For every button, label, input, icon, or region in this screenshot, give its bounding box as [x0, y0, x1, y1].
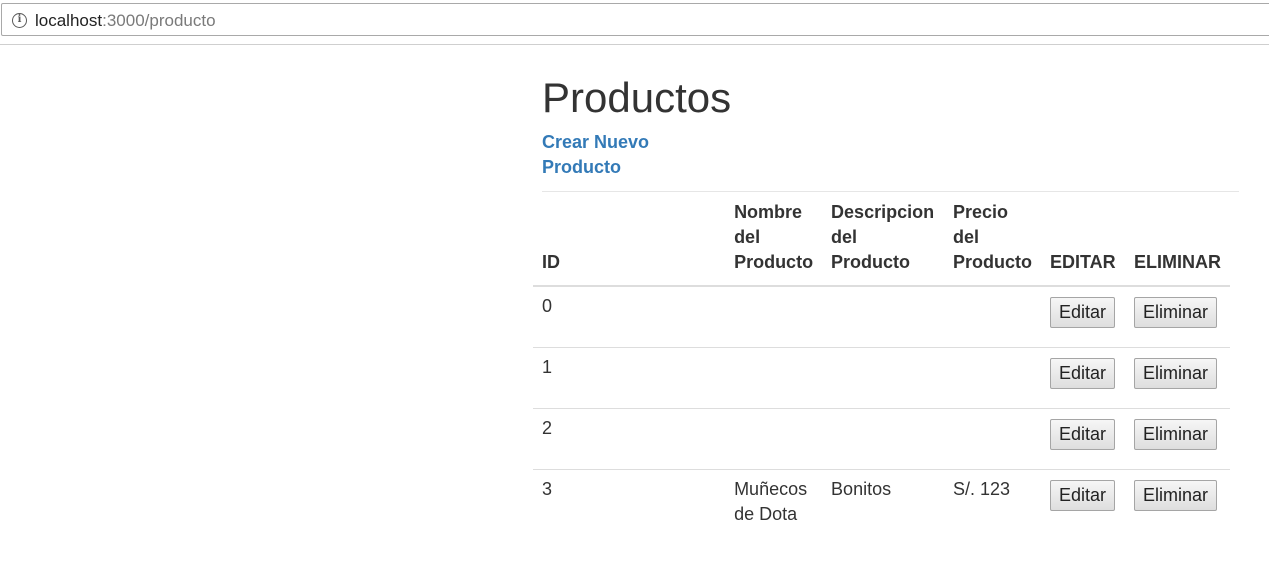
- cell-delete: Eliminar: [1124, 346, 1230, 408]
- delete-button[interactable]: Eliminar: [1133, 479, 1217, 511]
- cell-id: 3: [533, 468, 726, 530]
- cell-price: [943, 346, 1041, 408]
- delete-button[interactable]: Eliminar: [1133, 418, 1217, 450]
- url-text[interactable]: localhost:3000/producto: [35, 11, 216, 31]
- cell-edit: Editar: [1040, 346, 1125, 408]
- table-row: 1 Editar Eliminar: [533, 346, 1230, 408]
- header-id: ID: [533, 192, 726, 287]
- header-delete: ELIMINAR: [1124, 192, 1230, 287]
- header-price: Precio del Producto: [943, 192, 1041, 287]
- cell-description: [822, 407, 944, 469]
- edit-button[interactable]: Editar: [1049, 479, 1116, 511]
- table-header-row: ID Nombre del Producto Descripcion del P…: [533, 192, 1230, 287]
- delete-button[interactable]: Eliminar: [1133, 357, 1217, 389]
- cell-name: [725, 407, 823, 469]
- cell-price: [944, 286, 1041, 347]
- cell-name: Muñecos de Dota: [725, 468, 823, 530]
- edit-button[interactable]: Editar: [1049, 297, 1116, 328]
- cell-description: [822, 286, 944, 347]
- cell-delete: Eliminar: [1125, 286, 1230, 347]
- cell-delete: Eliminar: [1124, 468, 1230, 530]
- delete-button[interactable]: Eliminar: [1133, 297, 1217, 328]
- cell-price: [943, 407, 1041, 469]
- cell-edit: Editar: [1040, 407, 1125, 469]
- cell-name: [725, 286, 822, 347]
- cell-id: 1: [533, 346, 726, 408]
- edit-button[interactable]: Editar: [1049, 357, 1116, 389]
- cell-delete: Eliminar: [1124, 407, 1230, 469]
- table-row: 0 Editar Eliminar: [533, 286, 1230, 347]
- header-edit: EDITAR: [1040, 192, 1125, 287]
- cell-edit: Editar: [1041, 286, 1125, 347]
- cell-name: [725, 346, 823, 408]
- url-host: localhost: [35, 11, 103, 30]
- header-description: Descripcion del Producto: [822, 192, 944, 287]
- cell-description: Bonitos: [822, 468, 944, 530]
- cell-description: [822, 346, 944, 408]
- create-product-link[interactable]: Crear Nuevo Producto: [542, 130, 672, 180]
- browser-toolbar: i localhost:3000/producto: [0, 0, 1269, 45]
- cell-edit: Editar: [1040, 468, 1125, 530]
- cell-id: 2: [533, 407, 726, 469]
- edit-button[interactable]: Editar: [1049, 418, 1116, 450]
- info-icon[interactable]: i: [12, 13, 27, 28]
- products-table: ID Nombre del Producto Descripcion del P…: [533, 192, 1230, 530]
- table-row: 3 Muñecos de Dota Bonitos S/. 123 Editar Elim…: [533, 468, 1230, 530]
- header-name: Nombre del Producto: [725, 192, 823, 287]
- cell-id: 0: [542, 296, 553, 316]
- cell-price: S/. 123: [943, 468, 1041, 530]
- address-bar[interactable]: i localhost:3000/producto: [1, 3, 1269, 36]
- url-path: :3000/producto: [102, 11, 216, 30]
- table-row: 2 Editar Eliminar: [533, 407, 1230, 469]
- page-title: Productos: [542, 74, 732, 121]
